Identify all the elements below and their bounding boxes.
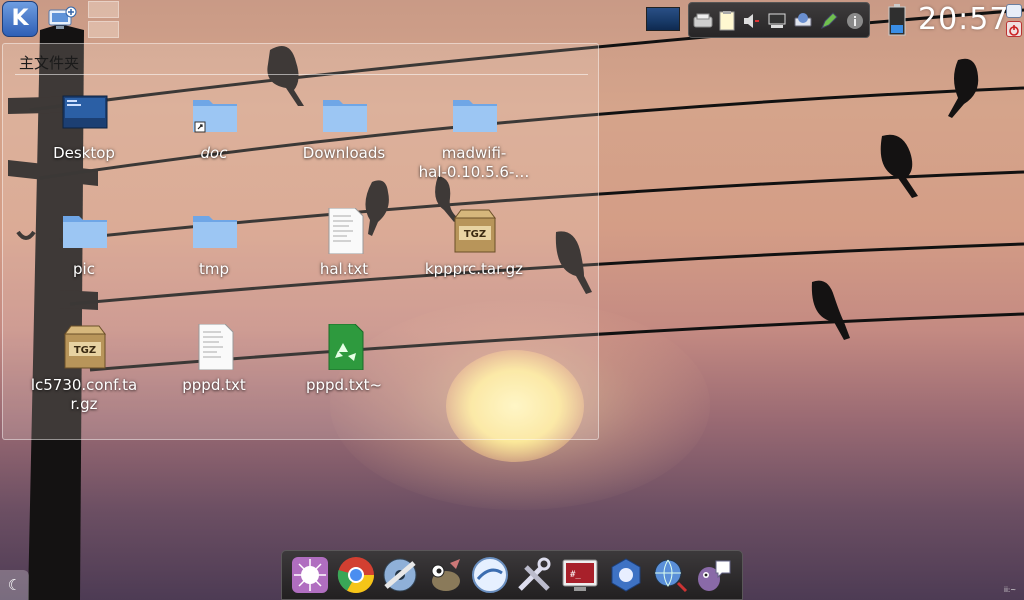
desktop-item-pic[interactable]: pic	[21, 208, 147, 288]
recycle-file-icon	[328, 324, 364, 370]
digital-clock[interactable]: 20:57	[918, 2, 1008, 38]
item-label-line: lc5730.conf.ta	[30, 376, 138, 394]
item-label: hal.txt	[319, 260, 369, 278]
archive-badge-text: TGZ	[464, 229, 486, 240]
clipboard-icon[interactable]	[693, 11, 713, 31]
archive-icon: TGZ	[64, 325, 106, 369]
battery-icon[interactable]	[888, 4, 906, 36]
network-icon[interactable]	[767, 11, 787, 31]
folder-icon	[193, 216, 237, 248]
item-label: Desktop	[53, 144, 115, 162]
item-label: doc	[200, 144, 228, 162]
text-file-icon	[198, 324, 234, 370]
network-monitor-icon[interactable]	[46, 4, 78, 36]
item-label: pppd.txt	[182, 376, 246, 394]
title-divider	[15, 74, 588, 75]
item-label: lc5730.conf.ta r.gz	[21, 376, 147, 414]
pen-icon[interactable]	[819, 11, 839, 31]
folder-link-icon	[193, 100, 237, 133]
item-label: madwifi- hal-0.10.5.6-…	[411, 144, 537, 182]
volume-icon[interactable]	[741, 11, 761, 31]
desktop-item-kppprc[interactable]: TGZ kppprc.tar.gz	[411, 208, 537, 288]
power-icon	[1009, 25, 1019, 36]
gimp-icon[interactable]	[424, 555, 464, 595]
bird-silhouette	[880, 134, 918, 198]
item-label: tmp	[198, 260, 229, 278]
item-label-line: madwifi-	[441, 144, 507, 162]
info-icon[interactable]	[845, 11, 865, 31]
item-label: kppprc.tar.gz	[424, 260, 524, 278]
desktop-item-pppd-txt[interactable]: pppd.txt	[151, 324, 277, 404]
task-dock: #_	[281, 550, 743, 600]
corner-label: ii:~	[1004, 586, 1017, 594]
terminal-icon[interactable]: #_	[560, 555, 600, 595]
bird-silhouette	[948, 58, 979, 118]
item-label: pppd.txt~	[305, 376, 383, 394]
network-manager-icon[interactable]	[606, 555, 646, 595]
folder-icon	[323, 100, 367, 132]
pidgin-icon[interactable]	[694, 555, 734, 595]
top-panel: K 20:57	[0, 0, 1024, 40]
folder-view-title: 主文件夹	[19, 54, 80, 72]
pager-desktop-1[interactable]	[88, 1, 119, 18]
folder-icon	[453, 100, 497, 132]
show-desktop-button[interactable]	[646, 7, 680, 31]
pager-desktop-2[interactable]	[88, 21, 119, 38]
lock-screen-button[interactable]	[1006, 4, 1022, 18]
archive-icon: TGZ	[454, 209, 496, 253]
activity-manager-button[interactable]: ☾	[0, 570, 29, 600]
desktop-item-tmp[interactable]: tmp	[151, 208, 277, 288]
chrome-icon[interactable]	[336, 555, 376, 595]
desktop-item-downloads[interactable]: Downloads	[281, 92, 407, 172]
desktop-icon	[62, 95, 108, 129]
item-label-line: r.gz	[70, 395, 98, 413]
folder-icon	[63, 216, 107, 248]
text-file-icon	[328, 208, 364, 254]
bird-silhouette	[811, 280, 850, 340]
plasma-icon[interactable]	[290, 555, 330, 595]
item-label: Downloads	[302, 144, 386, 162]
globe-icon[interactable]	[650, 555, 690, 595]
terminal-prompt-text: #_	[570, 570, 581, 580]
printer-icon[interactable]	[793, 11, 813, 31]
kde-application-launcher[interactable]: K	[2, 1, 38, 37]
item-label: pic	[73, 260, 95, 278]
desktop-item-lc5730[interactable]: TGZ lc5730.conf.ta r.gz	[21, 324, 147, 416]
desktop-item-hal-txt[interactable]: hal.txt	[281, 208, 407, 288]
desktop-item-madwifi[interactable]: madwifi- hal-0.10.5.6-…	[411, 92, 537, 182]
archive-badge-text: TGZ	[74, 345, 96, 356]
media-icon[interactable]	[380, 555, 420, 595]
desktop-item-doc[interactable]: doc	[151, 92, 277, 172]
folder-view-widget[interactable]: 主文件夹 Desktop doc Downloads madwifi- hal-…	[2, 43, 599, 440]
browser-icon[interactable]	[470, 555, 510, 595]
item-label-line: hal-0.10.5.6-…	[418, 163, 530, 181]
desktop-item-pppd-backup[interactable]: pppd.txt~	[281, 324, 407, 404]
tools-icon[interactable]	[514, 555, 554, 595]
logout-button[interactable]	[1006, 21, 1022, 37]
desktop-item-desktop[interactable]: Desktop	[21, 92, 147, 172]
system-tray	[688, 2, 870, 38]
notes-icon[interactable]	[717, 11, 737, 31]
